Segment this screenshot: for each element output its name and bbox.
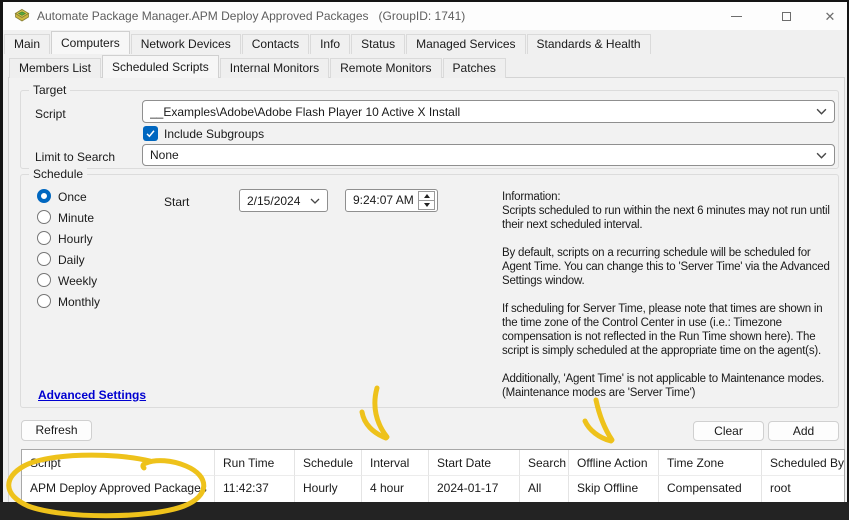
info-title: Information: (502, 190, 840, 204)
close-icon: ✕ (825, 10, 836, 23)
cell-run-time[interactable]: 11:42:37 (215, 476, 295, 499)
info-paragraph: By default, scripts on a recurring sched… (502, 246, 840, 288)
cell-schedule[interactable]: Hourly (295, 476, 362, 499)
chevron-down-icon (816, 108, 827, 115)
tab-main[interactable]: Main (4, 34, 50, 54)
column-header-time-zone[interactable]: Time Zone (659, 450, 762, 476)
spin-up-button[interactable] (419, 192, 434, 200)
start-time-value: 9:24:07 AM (353, 193, 414, 207)
refresh-button[interactable]: Refresh (21, 420, 92, 441)
radio-monthly[interactable] (37, 294, 51, 308)
radio-monthly-label: Monthly (58, 295, 100, 309)
tab-status[interactable]: Status (351, 34, 405, 54)
info-paragraph: Additionally, 'Agent Time' is not applic… (502, 372, 840, 400)
column-header-run-time[interactable]: Run Time (215, 450, 295, 476)
arrow-down-icon (424, 203, 430, 207)
radio-once[interactable] (37, 189, 51, 203)
table-row[interactable]: APM Deploy Approved Packages 11:42:37 Ho… (22, 476, 844, 499)
target-group-label: Target (29, 83, 70, 98)
radio-hourly[interactable] (37, 231, 51, 245)
close-button[interactable]: ✕ (815, 2, 845, 30)
start-label: Start (164, 195, 189, 209)
table-header-row: Script Run Time Schedule Interval Start … (22, 450, 844, 476)
radio-daily[interactable] (37, 252, 51, 266)
script-combobox[interactable]: __Examples\Adobe\Adobe Flash Player 10 A… (142, 100, 835, 123)
info-paragraph: If scheduling for Server Time, please no… (502, 302, 840, 358)
start-time-spinner[interactable]: 9:24:07 AM (345, 189, 438, 212)
radio-weekly[interactable] (37, 273, 51, 287)
scheduled-scripts-panel: Target Script __Examples\Adobe\Adobe Fla… (8, 77, 845, 503)
radio-minute-label: Minute (58, 211, 94, 225)
cell-search[interactable]: All (520, 476, 569, 499)
column-header-search[interactable]: Search (520, 450, 569, 476)
script-label: Script (35, 107, 66, 121)
cell-time-zone[interactable]: Compensated (659, 476, 762, 499)
spinner-buttons (418, 191, 435, 210)
cell-interval[interactable]: 4 hour (362, 476, 429, 499)
column-header-start-date[interactable]: Start Date (429, 450, 520, 476)
radio-hourly-label: Hourly (58, 232, 93, 246)
app-package-icon (14, 8, 30, 24)
minimize-icon (731, 16, 742, 17)
add-button[interactable]: Add (768, 421, 839, 441)
minimize-button[interactable] (721, 2, 751, 30)
column-header-scheduled-by[interactable]: Scheduled By (762, 450, 844, 476)
tab-standards-health[interactable]: Standards & Health (527, 34, 651, 54)
window-border-left (0, 0, 3, 520)
bottom-black-bar (0, 502, 849, 520)
spin-down-button[interactable] (419, 200, 434, 209)
main-tab-bar: Main Computers Network Devices Contacts … (4, 31, 652, 54)
sub-tab-bar: Members List Scheduled Scripts Internal … (9, 56, 507, 78)
advanced-settings-link[interactable]: Advanced Settings (38, 388, 146, 402)
tab-network-devices[interactable]: Network Devices (131, 34, 241, 54)
script-combobox-value: __Examples\Adobe\Adobe Flash Player 10 A… (150, 105, 816, 119)
tab-info[interactable]: Info (310, 34, 350, 54)
maximize-button[interactable] (771, 2, 801, 30)
start-date-value: 2/15/2024 (247, 194, 310, 208)
titlebar: Automate Package Manager.APM Deploy Appr… (3, 2, 847, 30)
column-header-schedule[interactable]: Schedule (295, 450, 362, 476)
radio-weekly-label: Weekly (58, 274, 97, 288)
column-header-script[interactable]: Script (22, 450, 215, 476)
schedule-group-label: Schedule (29, 167, 87, 182)
clear-button[interactable]: Clear (693, 421, 764, 441)
tab-computers[interactable]: Computers (51, 31, 130, 54)
tab-internal-monitors[interactable]: Internal Monitors (220, 58, 329, 78)
tab-remote-monitors[interactable]: Remote Monitors (330, 58, 441, 78)
window-title: Automate Package Manager.APM Deploy Appr… (37, 2, 465, 30)
limit-to-search-combobox[interactable]: None (142, 144, 835, 166)
schedule-groupbox: Schedule Once Minute Hourly Daily Weekly… (20, 174, 839, 408)
cell-offline-action[interactable]: Skip Offline (569, 476, 659, 499)
tab-patches[interactable]: Patches (443, 58, 506, 78)
tab-scheduled-scripts[interactable]: Scheduled Scripts (102, 55, 219, 78)
radio-once-label: Once (58, 190, 87, 204)
tab-managed-services[interactable]: Managed Services (406, 34, 525, 54)
scheduled-scripts-table: Script Run Time Schedule Interval Start … (21, 449, 845, 503)
info-paragraph: Scripts scheduled to run within the next… (502, 204, 840, 232)
limit-to-search-value: None (150, 148, 816, 162)
cell-script[interactable]: APM Deploy Approved Packages (22, 476, 215, 499)
cell-scheduled-by[interactable]: root (762, 476, 844, 499)
app-window: Automate Package Manager.APM Deploy Appr… (0, 0, 849, 520)
maximize-icon (782, 12, 791, 21)
arrow-up-icon (424, 194, 430, 198)
tab-contacts[interactable]: Contacts (242, 34, 309, 54)
target-groupbox: Target Script __Examples\Adobe\Adobe Fla… (20, 90, 839, 169)
chevron-down-icon (816, 152, 827, 159)
limit-to-search-label: Limit to Search (35, 150, 115, 164)
start-date-picker[interactable]: 2/15/2024 (239, 189, 328, 212)
check-icon (145, 128, 156, 139)
column-header-offline-action[interactable]: Offline Action (569, 450, 659, 476)
cell-start-date[interactable]: 2024-01-17 (429, 476, 520, 499)
schedule-info-text: Information: Scripts scheduled to run wi… (502, 190, 840, 414)
radio-minute[interactable] (37, 210, 51, 224)
chevron-down-icon (310, 198, 320, 204)
radio-daily-label: Daily (58, 253, 85, 267)
tab-members-list[interactable]: Members List (9, 58, 101, 78)
include-subgroups-label: Include Subgroups (164, 127, 264, 141)
include-subgroups-checkbox[interactable] (143, 126, 158, 141)
column-header-interval[interactable]: Interval (362, 450, 429, 476)
